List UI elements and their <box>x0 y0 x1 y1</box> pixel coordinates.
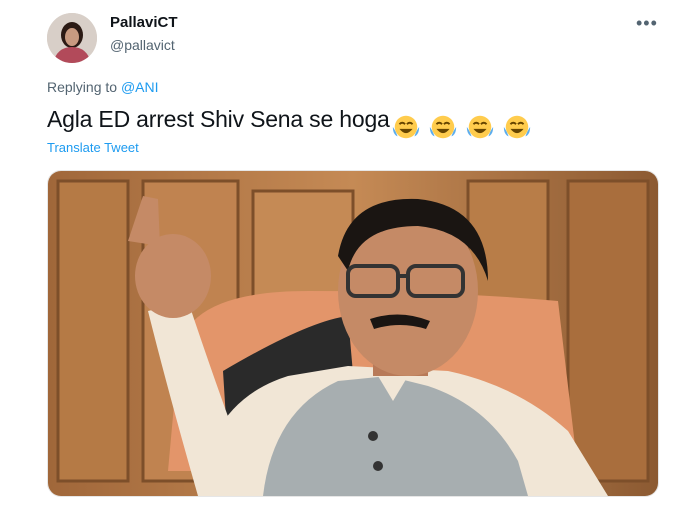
photo-man-pointing <box>48 171 658 496</box>
ellipsis-icon[interactable]: ••• <box>636 14 658 32</box>
tweet-card: PallaviCT @pallavict ••• Replying to @AN… <box>0 0 680 510</box>
replying-prefix: Replying to <box>47 79 118 95</box>
translate-tweet-link[interactable]: Translate Tweet <box>47 140 139 155</box>
avatar[interactable] <box>47 13 97 63</box>
emoji-row <box>391 112 534 142</box>
face-with-tears-of-joy-icon <box>466 115 494 139</box>
tweet-media-photo[interactable] <box>47 170 659 497</box>
face-with-tears-of-joy-icon <box>504 115 531 139</box>
tweet-text: Agla ED arrest Shiv Sena se hoga <box>47 106 533 142</box>
face-with-tears-of-joy-icon <box>429 115 456 139</box>
user-handle[interactable]: @pallavict <box>110 37 175 53</box>
tweet-body: Agla ED arrest Shiv Sena se hoga <box>47 106 390 132</box>
mention-link[interactable]: @ANI <box>121 79 159 95</box>
replying-to: Replying to @ANI <box>47 79 159 95</box>
display-name[interactable]: PallaviCT <box>110 14 178 31</box>
face-with-tears-of-joy-icon <box>392 115 419 139</box>
